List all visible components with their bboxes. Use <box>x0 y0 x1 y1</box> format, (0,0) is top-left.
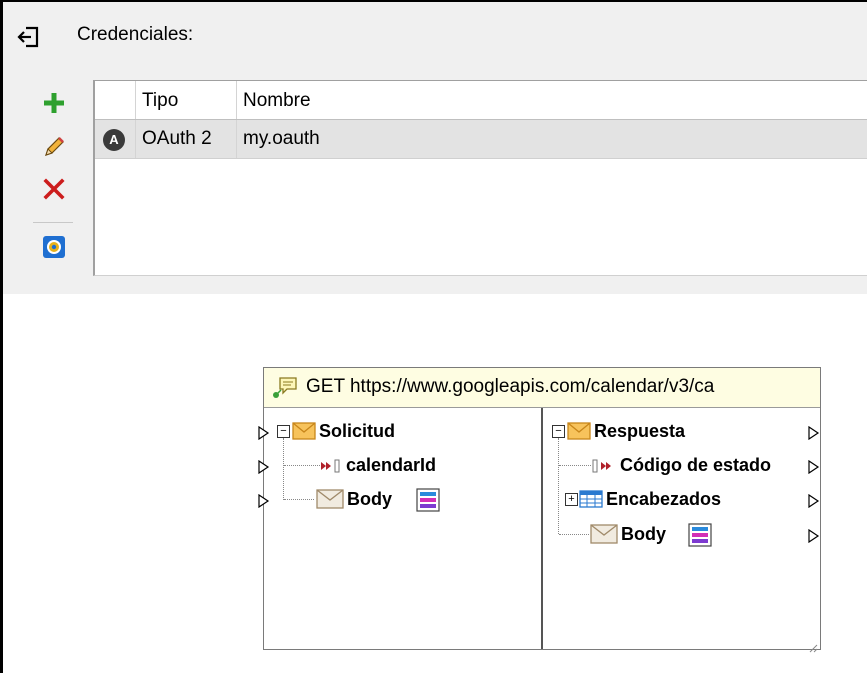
tree-line <box>284 499 314 500</box>
parameter-icon <box>320 458 342 480</box>
collapse-icon[interactable]: − <box>277 425 290 438</box>
status-code-icon <box>592 458 614 480</box>
delete-button[interactable] <box>39 174 69 204</box>
pencil-icon <box>45 137 64 156</box>
table-grid-icon <box>579 489 603 515</box>
column-header-tipo[interactable]: Tipo <box>136 81 237 119</box>
column-header-nombre[interactable]: Nombre <box>237 81 867 119</box>
tree-line <box>558 438 559 534</box>
header-blank <box>95 81 136 119</box>
tree-line <box>284 465 320 466</box>
response-headers-label: Encabezados <box>606 489 722 509</box>
input-port-icon[interactable] <box>258 458 270 475</box>
request-body-label: Body <box>347 489 392 509</box>
input-port-icon[interactable] <box>258 492 270 509</box>
tree-line <box>283 438 284 500</box>
cell-type: OAuth 2 <box>136 120 237 158</box>
web-service-component[interactable]: GET https://www.googleapis.com/calendar/… <box>258 367 821 653</box>
body-envelope-icon <box>315 488 345 516</box>
component-title-bar[interactable]: GET https://www.googleapis.com/calendar/… <box>264 368 820 408</box>
response-body-label: Body <box>621 524 666 544</box>
web-service-icon <box>270 376 300 406</box>
row-icon-cell: A <box>95 120 136 158</box>
plus-icon <box>44 93 64 113</box>
edit-button[interactable] <box>39 132 69 162</box>
settings-button[interactable] <box>39 232 69 262</box>
output-port-icon[interactable] <box>808 492 820 509</box>
add-button[interactable] <box>39 88 69 118</box>
tree-line <box>559 534 589 535</box>
blue-gear-icon <box>43 236 65 258</box>
exit-icon[interactable] <box>16 24 42 50</box>
x-icon <box>43 178 65 200</box>
credentials-panel: Credenciales: Tipo Nombre A OAuth 2 my.o… <box>3 2 867 294</box>
output-port-icon[interactable] <box>808 458 820 475</box>
output-port-icon[interactable] <box>808 424 820 441</box>
collapse-icon[interactable]: − <box>552 425 565 438</box>
resize-grip-icon[interactable] <box>808 637 818 653</box>
tree-line <box>559 465 591 466</box>
request-root-label: Solicitud <box>319 421 395 441</box>
request-param-label: calendarId <box>346 455 437 475</box>
component-divider <box>541 408 543 649</box>
response-root-label: Respuesta <box>594 421 686 441</box>
body-envelope-icon <box>589 523 619 551</box>
component-title: GET https://www.googleapis.com/calendar/… <box>306 376 715 397</box>
envelope-icon <box>567 421 591 447</box>
input-port-icon[interactable] <box>258 424 270 441</box>
table-row[interactable]: A OAuth 2 my.oauth <box>95 120 867 159</box>
toolbar-separator <box>33 222 73 223</box>
envelope-icon <box>292 421 316 447</box>
oauth-badge-icon: A <box>103 129 125 151</box>
structure-icon[interactable] <box>416 488 440 518</box>
output-port-icon[interactable] <box>808 527 820 544</box>
credentials-table: Tipo Nombre A OAuth 2 my.oauth <box>93 80 867 276</box>
cell-name: my.oauth <box>243 128 320 149</box>
table-header: Tipo Nombre <box>95 81 867 120</box>
credentials-label: Credenciales: <box>77 24 194 45</box>
expand-icon[interactable]: + <box>565 493 578 506</box>
structure-icon[interactable] <box>688 523 712 553</box>
response-status-label: Código de estado <box>620 455 772 475</box>
